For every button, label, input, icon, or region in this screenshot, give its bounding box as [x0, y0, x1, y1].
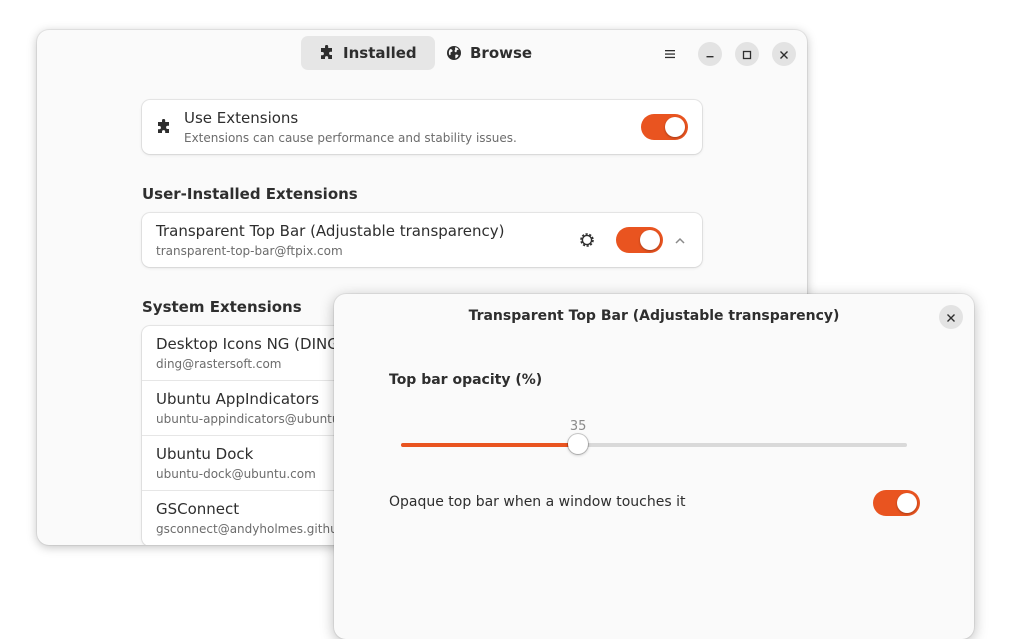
use-extensions-subtitle: Extensions can cause performance and sta… — [184, 131, 517, 145]
use-extensions-row: Use Extensions Extensions can cause perf… — [142, 100, 702, 154]
minimize-icon — [705, 45, 715, 64]
opacity-slider[interactable] — [401, 434, 907, 454]
use-extensions-title: Use Extensions — [184, 109, 299, 127]
expand-button[interactable] — [673, 233, 687, 247]
gear-icon — [577, 233, 597, 254]
tab-browse-label: Browse — [470, 44, 533, 62]
dialog-close-button[interactable] — [939, 305, 963, 329]
headerbar: Installed Browse — [37, 30, 807, 76]
puzzle-icon — [156, 118, 172, 139]
opaque-top-bar-switch[interactable] — [873, 490, 920, 516]
system-extensions-heading: System Extensions — [142, 298, 302, 316]
chevron-up-icon — [673, 233, 687, 252]
tab-installed[interactable]: Installed — [301, 36, 435, 70]
switch-knob — [640, 230, 660, 250]
minimize-button[interactable] — [698, 42, 722, 66]
main-menu-button[interactable] — [658, 42, 682, 66]
extension-settings-button[interactable] — [577, 230, 597, 250]
puzzle-icon — [319, 45, 335, 61]
slider-thumb[interactable] — [568, 434, 589, 454]
extension-row-transparent-top-bar[interactable]: Transparent Top Bar (Adjustable transpar… — [142, 213, 702, 267]
dialog-title: Transparent Top Bar (Adjustable transpar… — [468, 308, 840, 324]
switch-knob — [897, 493, 917, 513]
extension-preferences-dialog: Transparent Top Bar (Adjustable transpar… — [334, 294, 974, 639]
slider-fill — [401, 443, 579, 447]
tab-installed-label: Installed — [343, 44, 417, 62]
opacity-label: Top bar opacity (%) — [389, 372, 543, 388]
opacity-value: 35 — [569, 419, 587, 434]
opaque-top-bar-label: Opaque top bar when a window touches it — [389, 494, 686, 510]
extensions-content: Use Extensions Extensions can cause perf… — [142, 100, 702, 154]
close-icon — [779, 45, 789, 64]
extension-enable-switch[interactable] — [616, 227, 663, 253]
tab-browse[interactable]: Browse — [428, 36, 550, 70]
close-button[interactable] — [772, 42, 796, 66]
menu-icon — [664, 45, 676, 64]
switch-knob — [665, 117, 685, 137]
use-extensions-switch[interactable] — [641, 114, 688, 140]
user-extensions-heading: User-Installed Extensions — [142, 185, 358, 203]
maximize-icon — [742, 45, 752, 64]
maximize-button[interactable] — [735, 42, 759, 66]
globe-icon — [446, 45, 462, 61]
close-icon — [946, 308, 956, 327]
